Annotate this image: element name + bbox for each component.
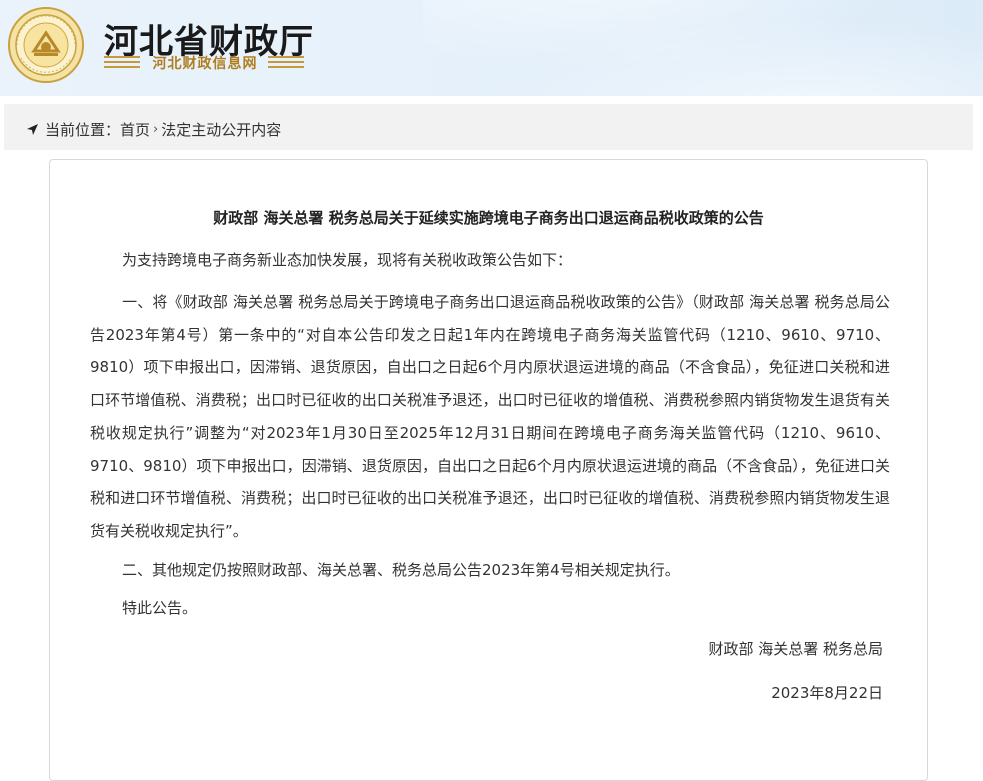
breadcrumb: 当前位置： 首页 › 法定主动公开内容 — [26, 119, 281, 140]
article-signature: 财政部 海关总署 税务总局 — [708, 640, 883, 658]
breadcrumb-separator: › — [153, 122, 159, 137]
site-header: 河北省财政厅 河北财政信息网 — [0, 0, 983, 96]
article-item2-text: 二、其他规定仍按照财政部、海关总署、税务总局公告2023年第4号相关规定执行。 — [122, 561, 680, 579]
site-subtitle: 河北财政信息网 — [152, 56, 258, 72]
article-item2-paragraph: 二、其他规定仍按照财政部、海关总署、税务总局公告2023年第4号相关规定执行。 — [90, 554, 890, 587]
article-closing-text: 特此公告。 — [122, 599, 198, 617]
header-background-wave — [423, 0, 983, 96]
breadcrumb-bar: 当前位置： 首页 › 法定主动公开内容 — [4, 104, 973, 150]
article-item1-text: 一、将《财政部 海关总署 税务总局关于跨境电子商务出口退运商品税收政策的公告》（… — [90, 293, 890, 540]
article-closing-paragraph: 特此公告。 — [90, 592, 890, 625]
subtitle-left-stripes — [104, 56, 140, 70]
article-intro-text: 为支持跨境电子商务新业态加快发展，现将有关税收政策公告如下： — [122, 251, 573, 269]
site-subtitle-row: 河北财政信息网 — [104, 53, 304, 73]
location-arrow-icon — [27, 124, 38, 135]
breadcrumb-home-link[interactable]: 首页 — [120, 119, 150, 140]
article-intro-paragraph: 为支持跨境电子商务新业态加快发展，现将有关税收政策公告如下： — [90, 244, 890, 277]
article-container: 财政部 海关总署 税务总局关于延续实施跨境电子商务出口退运商品税收政策的公告 为… — [49, 159, 928, 781]
hebei-finance-seal-icon[interactable] — [7, 6, 85, 84]
article-item1-paragraph: 一、将《财政部 海关总署 税务总局关于跨境电子商务出口退运商品税收政策的公告》（… — [90, 286, 890, 548]
subtitle-right-stripes — [268, 56, 304, 70]
breadcrumb-current-link[interactable]: 法定主动公开内容 — [161, 119, 281, 140]
breadcrumb-label: 当前位置： — [45, 121, 121, 139]
article-date: 2023年8月22日 — [771, 684, 883, 702]
article-title: 财政部 海关总署 税务总局关于延续实施跨境电子商务出口退运商品税收政策的公告 — [213, 209, 764, 227]
